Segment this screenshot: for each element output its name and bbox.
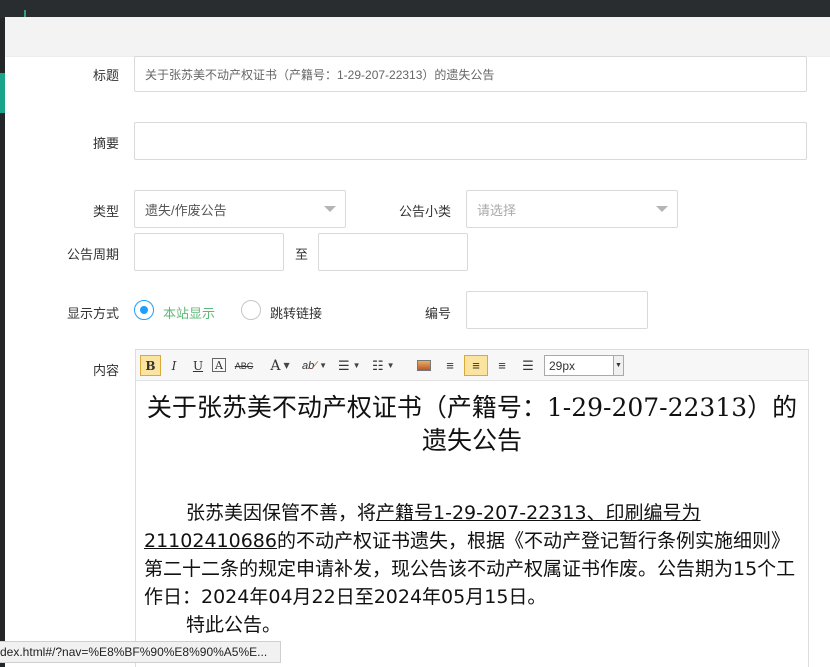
display-mode-label: 显示方式 [66, 306, 119, 321]
period-start-input[interactable] [134, 233, 284, 271]
chevron-down-icon: ▼ [319, 361, 328, 370]
align-left-button[interactable]: ≡ [440, 355, 460, 376]
align-center-button[interactable]: ≡ [464, 355, 488, 376]
period-to-label: 至 [295, 247, 309, 262]
period-label: 公告周期 [66, 247, 119, 262]
justify-icon: ☰ [522, 357, 534, 373]
editor-content[interactable]: 关于张苏美不动产权证书（产籍号：1-29-207-22313）的遗失公告 张苏美… [142, 381, 802, 667]
strikethrough-button[interactable]: ABC [234, 355, 254, 376]
paragraph-text-start: 张苏美因保管不善，将 [186, 502, 377, 524]
type-select-value: 遗失/作废公告 [145, 202, 227, 218]
summary-input[interactable] [134, 122, 807, 160]
radio-onsite-label[interactable]: 本站显示 [163, 303, 215, 322]
document-title: 关于张苏美不动产权证书（产籍号：1-29-207-22313）的遗失公告 [146, 393, 798, 455]
underline-button[interactable]: U [188, 355, 208, 376]
period-end-input[interactable] [318, 233, 468, 271]
italic-button[interactable]: I [164, 355, 184, 376]
title-label: 标题 [92, 68, 119, 83]
status-bar-url: dex.html#/?nav=%E8%BF%90%E8%90%A5%E... [0, 641, 281, 663]
pen-icon: ∕ [314, 359, 317, 372]
align-right-button[interactable]: ≡ [492, 355, 512, 376]
bold-button[interactable]: B [140, 355, 161, 376]
ordered-list-icon: ☰ [338, 357, 350, 373]
edit-announcement-dialog: 标题 关于张苏美不动产权证书（产籍号：1-29-207-22313）的遗失公告 … [5, 17, 830, 667]
chevron-down-icon: ▼ [386, 361, 395, 370]
type-select[interactable]: 遗失/作废公告 [134, 190, 346, 228]
dialog-header [5, 17, 830, 57]
font-size-value: 29px [549, 358, 576, 373]
subtype-select[interactable]: 请选择 [466, 190, 678, 228]
rich-text-editor: B I U A ABC A ▼ ab ∕ ▼ ☰ ▼ ☷ ▼ ≡ ≡ ≡ ☰ 29px ▼… [135, 349, 809, 667]
font-color-button[interactable]: A ▼ [270, 355, 290, 376]
align-right-icon: ≡ [498, 358, 506, 373]
number-input[interactable] [466, 291, 648, 329]
unordered-list-icon: ☷ [372, 357, 384, 373]
document-closing: 特此公告。 [186, 614, 282, 636]
justify-button[interactable]: ☰ [518, 355, 538, 376]
font-color-icon: A [270, 357, 281, 374]
unordered-list-button[interactable]: ☷ ▼ [372, 355, 395, 376]
insert-image-button[interactable] [414, 355, 434, 376]
editor-toolbar: B I U A ABC A ▼ ab ∕ ▼ ☰ ▼ ☷ ▼ ≡ ≡ ≡ ☰ 29px ▼ [136, 350, 808, 381]
align-left-icon: ≡ [446, 358, 454, 373]
chevron-down-icon: ▼ [352, 361, 361, 370]
title-input[interactable]: 关于张苏美不动产权证书（产籍号：1-29-207-22313）的遗失公告 [134, 56, 807, 92]
font-button[interactable]: A [212, 358, 226, 372]
type-label: 类型 [92, 204, 119, 219]
background-top-bar [0, 0, 830, 18]
content-label: 内容 [92, 363, 119, 378]
highlight-icon: ab [302, 359, 315, 372]
subtype-select-placeholder: 请选择 [477, 202, 517, 218]
chevron-down-icon: ▼ [613, 356, 623, 375]
chevron-down-icon: ▼ [283, 361, 290, 370]
font-size-select[interactable]: 29px ▼ [544, 355, 624, 376]
summary-label: 摘要 [92, 136, 119, 151]
ordered-list-button[interactable]: ☰ ▼ [338, 355, 361, 376]
highlight-button[interactable]: ab ∕ ▼ [302, 355, 327, 376]
image-icon [417, 360, 431, 371]
radio-onsite[interactable] [134, 300, 154, 320]
chevron-down-icon [324, 206, 336, 212]
number-label: 编号 [424, 306, 451, 321]
radio-redirect-label[interactable]: 跳转链接 [270, 303, 322, 322]
subtype-label: 公告小类 [398, 204, 451, 219]
document-paragraph: 张苏美因保管不善，将产籍号1-29-207-22313、印刷编号为2110241… [144, 499, 799, 611]
chevron-down-icon [656, 206, 668, 212]
radio-redirect[interactable] [241, 300, 261, 320]
align-center-icon: ≡ [472, 358, 480, 373]
